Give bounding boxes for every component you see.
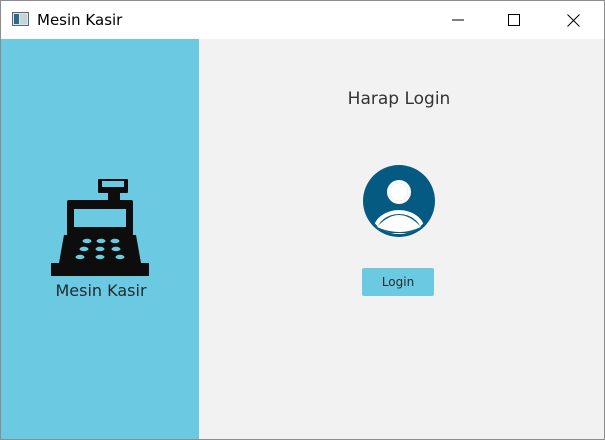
- login-heading: Harap Login: [347, 89, 451, 109]
- sidebar: Mesin Kasir: [1, 39, 199, 439]
- app-window-icon: [12, 12, 29, 26]
- window-title: Mesin Kasir: [37, 11, 123, 29]
- user-avatar-icon: [363, 165, 435, 237]
- login-panel: Harap Login Login: [199, 39, 604, 439]
- minimize-icon: [452, 19, 464, 21]
- maximize-icon: [508, 14, 520, 26]
- cash-register-icon: [51, 179, 149, 276]
- app-window: Mesin Kasir Mesin Kasir Harap Login Logi…: [0, 0, 605, 440]
- minimize-button[interactable]: [429, 1, 487, 39]
- title-bar[interactable]: Mesin Kasir: [1, 1, 604, 39]
- maximize-button[interactable]: [485, 1, 543, 39]
- close-icon: [566, 13, 580, 27]
- sidebar-app-label: Mesin Kasir: [55, 281, 147, 300]
- close-button[interactable]: [544, 1, 602, 39]
- login-button[interactable]: Login: [362, 268, 434, 296]
